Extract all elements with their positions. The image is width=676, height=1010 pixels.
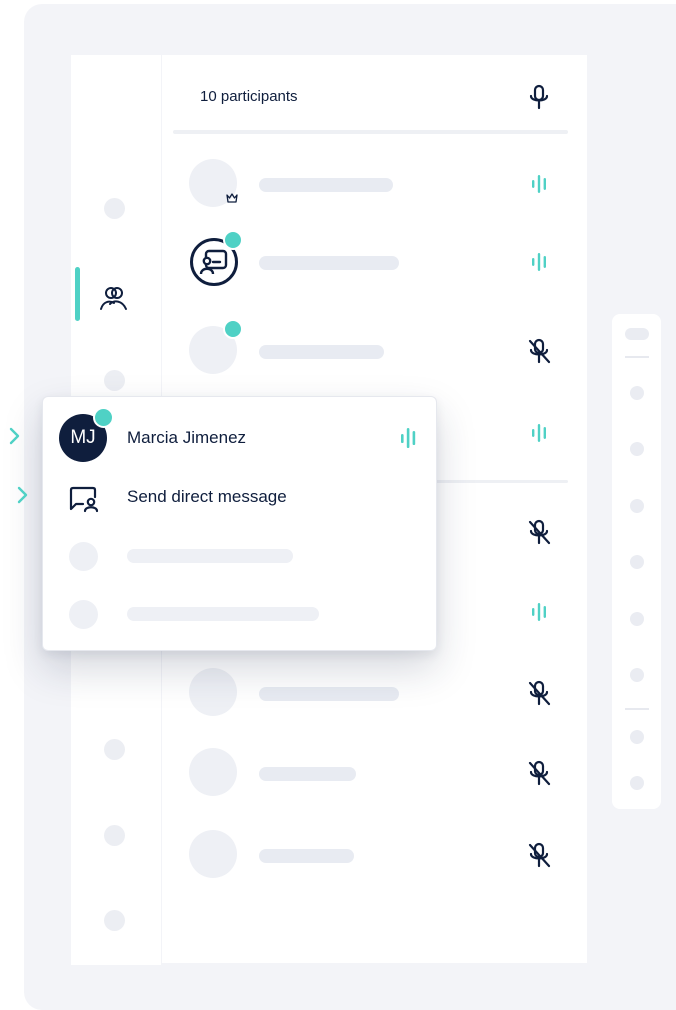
microphone-muted-icon bbox=[528, 680, 551, 706]
sidebar-placeholder[interactable] bbox=[630, 555, 644, 569]
sidebar-placeholder[interactable] bbox=[630, 668, 644, 682]
participant-row[interactable] bbox=[162, 319, 587, 382]
direct-message-icon[interactable] bbox=[67, 483, 99, 515]
sidebar-placeholder[interactable] bbox=[630, 776, 644, 790]
participant-row[interactable] bbox=[162, 230, 587, 293]
nav-item-placeholder[interactable] bbox=[104, 910, 125, 931]
name-placeholder bbox=[259, 178, 393, 192]
participant-name[interactable]: Marcia Jimenez bbox=[127, 428, 246, 448]
name-placeholder bbox=[259, 256, 399, 270]
participants-count: 10 participants bbox=[200, 88, 298, 105]
name-placeholder bbox=[259, 687, 399, 701]
participant-row[interactable] bbox=[162, 155, 587, 215]
menu-item-placeholder-icon bbox=[69, 542, 98, 571]
avatar bbox=[189, 668, 237, 716]
crown-icon bbox=[226, 193, 238, 203]
avatar bbox=[189, 748, 237, 796]
right-sidebar bbox=[612, 314, 661, 809]
speaking-wave-icon bbox=[401, 428, 416, 448]
microphone-muted-icon bbox=[528, 519, 551, 545]
speaking-wave-icon bbox=[532, 603, 546, 621]
participant-row[interactable] bbox=[162, 744, 587, 804]
menu-item-placeholder-icon bbox=[69, 600, 98, 629]
online-indicator bbox=[223, 230, 243, 250]
nav-item-placeholder[interactable] bbox=[104, 825, 125, 846]
microphone-muted-icon bbox=[528, 842, 551, 868]
participant-context-menu: MJ Marcia Jimenez Send direct message bbox=[42, 396, 437, 651]
chevron-right-icon bbox=[9, 427, 20, 445]
name-placeholder bbox=[259, 767, 356, 781]
sidebar-placeholder[interactable] bbox=[630, 730, 644, 744]
sidebar-placeholder[interactable] bbox=[630, 499, 644, 513]
microphone-muted-icon bbox=[528, 760, 551, 786]
sidebar-placeholder bbox=[625, 328, 649, 340]
microphone-icon[interactable] bbox=[526, 83, 552, 111]
name-placeholder bbox=[259, 345, 384, 359]
sidebar-placeholder[interactable] bbox=[630, 442, 644, 456]
nav-item-placeholder[interactable] bbox=[104, 370, 125, 391]
speaking-wave-icon bbox=[532, 175, 546, 193]
speaking-wave-icon bbox=[532, 253, 546, 271]
participant-row[interactable] bbox=[162, 826, 587, 886]
nav-active-indicator bbox=[75, 267, 80, 321]
chevron-right-icon bbox=[17, 486, 28, 504]
menu-item-placeholder[interactable] bbox=[127, 607, 319, 621]
sidebar-placeholder[interactable] bbox=[630, 612, 644, 626]
send-direct-message-item[interactable]: Send direct message bbox=[127, 487, 287, 507]
participant-row[interactable] bbox=[162, 664, 587, 724]
online-indicator bbox=[223, 319, 243, 339]
speaking-wave-icon bbox=[532, 424, 546, 442]
sidebar-placeholder[interactable] bbox=[630, 386, 644, 400]
header-divider bbox=[173, 130, 568, 134]
name-placeholder bbox=[259, 849, 354, 863]
online-indicator bbox=[93, 407, 114, 428]
divider bbox=[625, 708, 649, 710]
menu-item-placeholder[interactable] bbox=[127, 549, 293, 563]
participants-icon[interactable] bbox=[96, 282, 130, 316]
divider bbox=[625, 356, 649, 358]
nav-item-placeholder[interactable] bbox=[104, 198, 125, 219]
nav-item-placeholder[interactable] bbox=[104, 739, 125, 760]
microphone-muted-icon bbox=[528, 338, 551, 364]
avatar bbox=[189, 830, 237, 878]
